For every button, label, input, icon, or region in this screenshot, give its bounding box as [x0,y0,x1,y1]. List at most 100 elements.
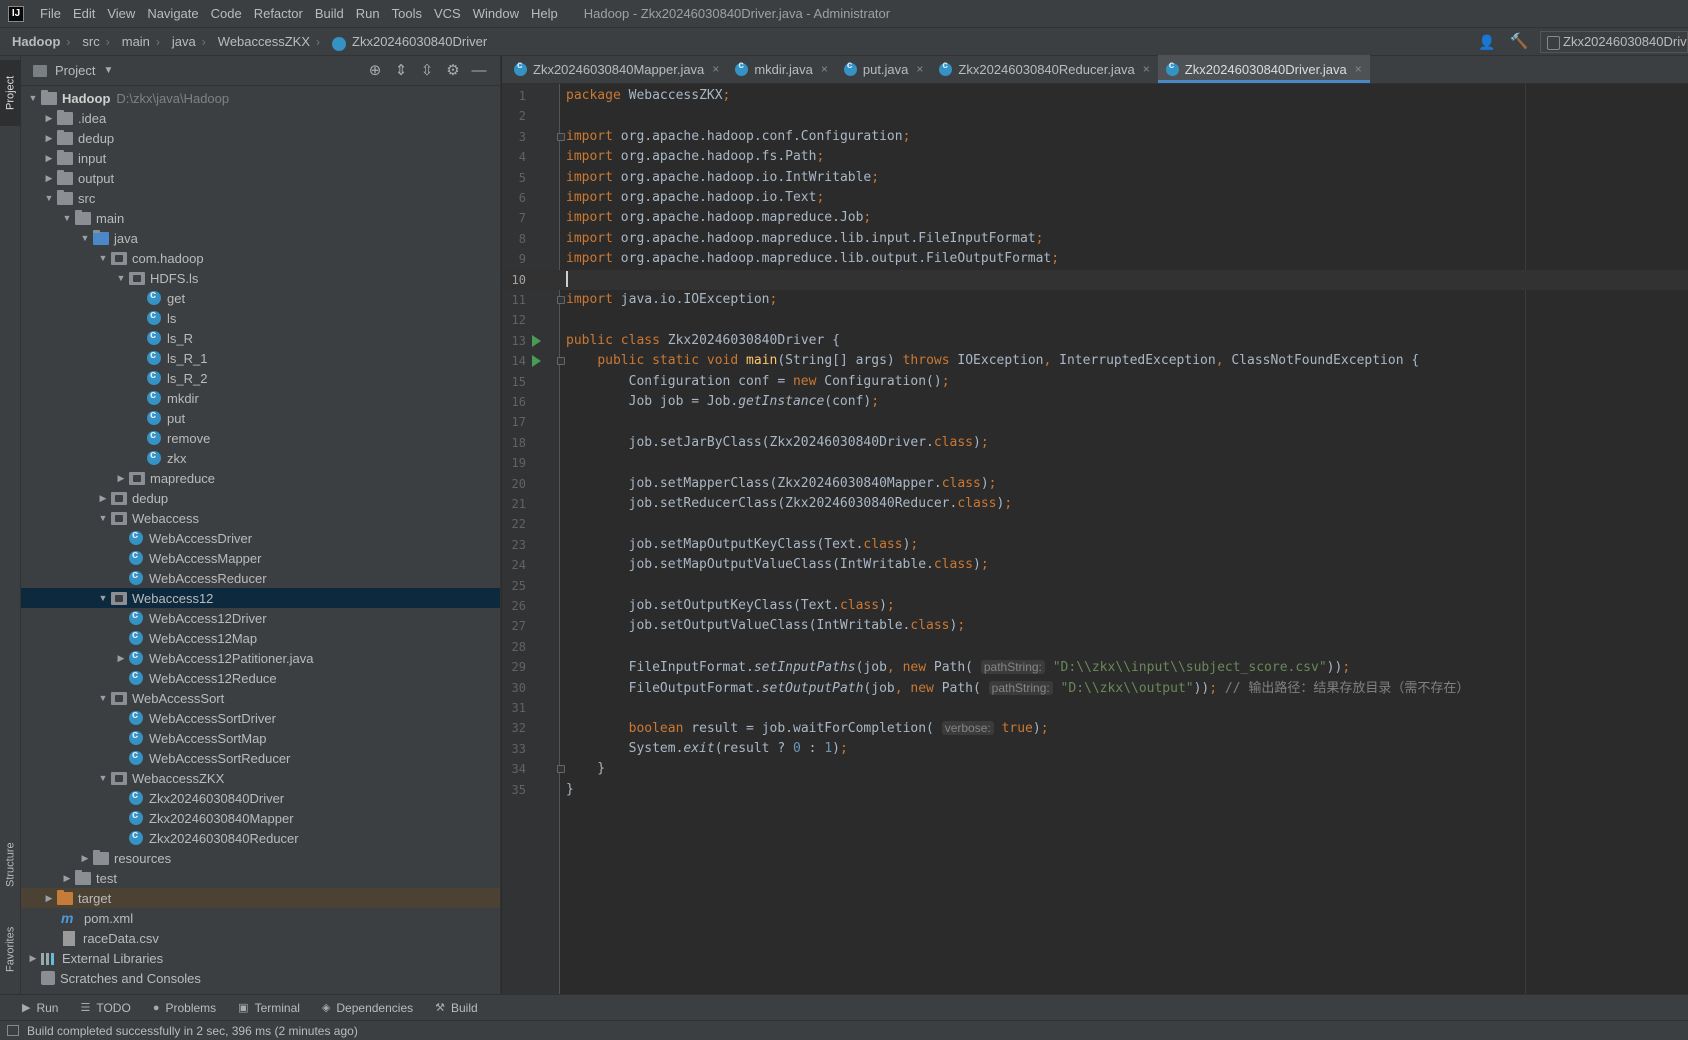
run-gutter-icon[interactable] [532,334,541,347]
tree-item-pom-xml[interactable]: m pom.xml [21,908,500,928]
tree-item-resources[interactable]: ▶ resources [21,848,500,868]
expanded-arrow-icon[interactable]: ▼ [113,273,129,283]
tree-item-src[interactable]: ▼ src [21,188,500,208]
todo-tool-button[interactable]: ☰ TODO [80,1001,130,1015]
collapse-all-icon[interactable]: ⇳ [414,61,440,81]
expanded-arrow-icon[interactable]: ▼ [77,233,93,243]
collapsed-arrow-icon[interactable]: ▶ [25,953,41,964]
code-line[interactable]: 32 boolean result = job.waitForCompletio… [502,718,1688,738]
code-line[interactable]: 25 [502,576,1688,596]
code-line[interactable]: 12 [502,310,1688,330]
tree-item-webaccessreducer[interactable]: WebAccessReducer [21,568,500,588]
code-line[interactable]: 16 Job job = Job.getInstance(conf); [502,392,1688,412]
collapsed-arrow-icon[interactable]: ▶ [113,653,129,664]
locate-file-icon[interactable]: ⊕ [362,61,388,81]
tree-item-test[interactable]: ▶ test [21,868,500,888]
code-line[interactable]: 17 [502,412,1688,432]
tree-item-input[interactable]: ▶ input [21,148,500,168]
expand-all-icon[interactable]: ⇕ [388,61,414,81]
menu-vcs[interactable]: VCS [428,0,467,28]
collapsed-arrow-icon[interactable]: ▶ [41,113,57,124]
tree-item-hadoop[interactable]: ▼ Hadoop D:\zkx\java\Hadoop [21,88,500,108]
tree-item-webaccesssortdriver[interactable]: WebAccessSortDriver [21,708,500,728]
tree-item-webaccesssort[interactable]: ▼ WebAccessSort [21,688,500,708]
code-line[interactable]: 1 package WebaccessZKX; [502,86,1688,106]
code-line[interactable]: 15 Configuration conf = new Configuratio… [502,372,1688,392]
menu-tools[interactable]: Tools [386,0,428,28]
close-icon[interactable]: × [1355,62,1362,76]
fold-marker-icon[interactable] [557,357,565,366]
code-line[interactable]: 14 public static void main(String[] args… [502,351,1688,371]
tree-item-dedup-package[interactable]: ▶ dedup [21,488,500,508]
menu-refactor[interactable]: Refactor [248,0,309,28]
menu-view[interactable]: View [101,0,141,28]
collapsed-arrow-icon[interactable]: ▶ [59,873,75,884]
tab-zkx-reducer[interactable]: Zkx20246030840Reducer.java × [931,55,1157,83]
code-line[interactable]: 27 job.setOutputValueClass(IntWritable.c… [502,616,1688,636]
tab-zkx-mapper[interactable]: Zkx20246030840Mapper.java × [506,55,727,83]
tree-item-webaccessmapper[interactable]: WebAccessMapper [21,548,500,568]
code-area[interactable]: 1 package WebaccessZKX; 2 3 import org.apach… [502,84,1688,994]
expanded-arrow-icon[interactable]: ▼ [95,513,111,523]
tree-item-ls-r-2[interactable]: ls_R_2 [21,368,500,388]
code-line[interactable]: 26 job.setOutputKeyClass(Text.class); [502,596,1688,616]
tree-item-get[interactable]: get [21,288,500,308]
tree-item-put[interactable]: put [21,408,500,428]
tab-mkdir[interactable]: mkdir.java × [727,55,836,83]
collapsed-arrow-icon[interactable]: ▶ [77,853,93,864]
close-icon[interactable]: × [712,62,719,76]
breadcrumb-class[interactable]: Zkx20246030840Driver [346,34,489,49]
collapsed-arrow-icon[interactable]: ▶ [41,133,57,144]
tree-item-racedata-csv[interactable]: raceData.csv [21,928,500,948]
tree-item-idea[interactable]: ▶ .idea [21,108,500,128]
tree-item-com-hadoop[interactable]: ▼ com.hadoop [21,248,500,268]
tree-item-webaccess[interactable]: ▼ Webaccess [21,508,500,528]
code-line[interactable]: 4 import org.apache.hadoop.fs.Path; [502,147,1688,167]
tree-item-zkx-mapper[interactable]: Zkx20246030840Mapper [21,808,500,828]
tree-item-webaccessdriver[interactable]: WebAccessDriver [21,528,500,548]
code-line[interactable]: 30 FileOutputFormat.setOutputPath(job, n… [502,678,1688,698]
tree-item-zkx[interactable]: zkx [21,448,500,468]
close-icon[interactable]: × [916,62,923,76]
favorites-tool-tab[interactable]: Favorites [0,912,21,986]
menu-file[interactable]: File [34,0,67,28]
expanded-arrow-icon[interactable]: ▼ [25,93,41,103]
code-line[interactable]: 8 import org.apache.hadoop.mapreduce.lib.… [502,229,1688,249]
tree-item-target[interactable]: ▶ target [21,888,500,908]
build-tool-button[interactable]: ⚒ Build [435,1001,478,1015]
hide-panel-icon[interactable]: — [466,61,492,81]
problems-tool-button[interactable]: ● Problems [153,1001,216,1015]
tab-put[interactable]: put.java × [836,55,932,83]
menu-run[interactable]: Run [350,0,386,28]
menu-edit[interactable]: Edit [67,0,101,28]
build-hammer-icon[interactable]: 🔨 [1508,32,1530,52]
terminal-tool-button[interactable]: ▣ Terminal [238,1001,300,1015]
run-tool-button[interactable]: ▶ Run [22,1001,58,1015]
code-line[interactable]: 10 [502,269,1688,290]
tree-item-output[interactable]: ▶ output [21,168,500,188]
code-line[interactable]: 28 [502,637,1688,657]
code-line[interactable]: 31 [502,698,1688,718]
menu-window[interactable]: Window [467,0,525,28]
code-line[interactable]: 19 [502,453,1688,473]
code-line[interactable]: 6 import org.apache.hadoop.io.Text; [502,188,1688,208]
breadcrumb-project[interactable]: Hadoop [0,34,62,49]
code-line[interactable]: 2 [502,106,1688,126]
tree-item-dedup[interactable]: ▶ dedup [21,128,500,148]
code-line[interactable]: 13 public class Zkx20246030840Driver { [502,331,1688,351]
tree-item-webaccess12[interactable]: ▼ Webaccess12 [21,588,500,608]
tree-item-webaccess12patitioner[interactable]: ▶ WebAccess12Patitioner.java [21,648,500,668]
expanded-arrow-icon[interactable]: ▼ [95,253,111,263]
code-line[interactable]: 5 import org.apache.hadoop.io.IntWritable… [502,168,1688,188]
breadcrumb-main[interactable]: main [110,34,152,49]
breadcrumb-package[interactable]: WebaccessZKX [206,34,312,49]
fold-marker-icon[interactable] [557,296,565,304]
tree-item-mkdir[interactable]: mkdir [21,388,500,408]
tree-item-ls-r[interactable]: ls_R [21,328,500,348]
code-line[interactable]: 35} [502,780,1688,800]
menu-build[interactable]: Build [309,0,350,28]
tree-item-remove[interactable]: remove [21,428,500,448]
code-line[interactable]: 9 import org.apache.hadoop.mapreduce.lib.… [502,249,1688,269]
expanded-arrow-icon[interactable]: ▼ [59,213,75,223]
menu-navigate[interactable]: Navigate [141,0,204,28]
